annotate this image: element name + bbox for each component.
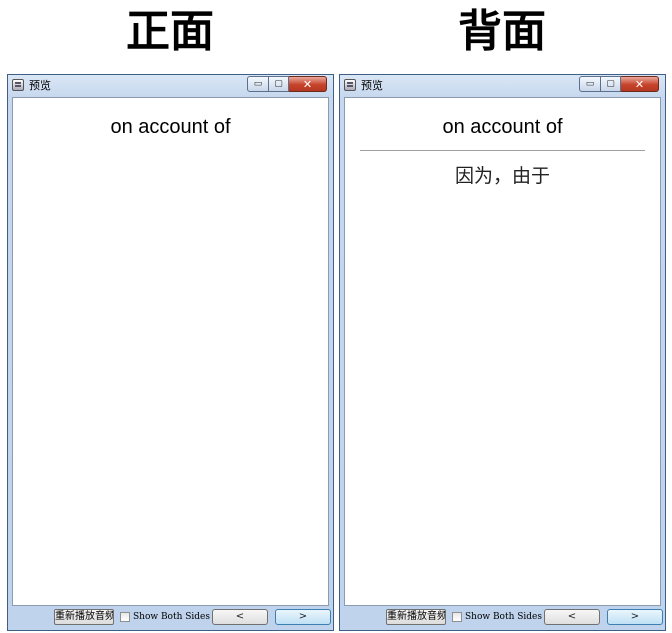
title-bar[interactable]: 预览 ▭ ▢ ✕ — [340, 75, 665, 97]
card-preview-area: on account of — [12, 97, 329, 606]
card-question: on account of — [110, 116, 231, 138]
minimize-button[interactable]: ▭ — [579, 76, 601, 92]
replay-audio-button[interactable]: 重新播放音频 — [386, 609, 446, 625]
show-both-sides-checkbox[interactable] — [120, 612, 130, 622]
front-heading: 正面 — [126, 6, 214, 57]
window-title: 预览 — [361, 79, 383, 92]
close-button[interactable]: ✕ — [621, 76, 659, 92]
show-both-sides-checkbox[interactable] — [452, 612, 462, 622]
previous-card-button[interactable]: < — [544, 609, 600, 625]
next-card-button[interactable]: > — [607, 609, 663, 625]
preview-footer: 重新播放音频 Show Both Sides < > — [12, 608, 331, 627]
previous-card-button[interactable]: < — [212, 609, 268, 625]
window-title: 预览 — [29, 79, 51, 92]
maximize-button[interactable]: ▢ — [601, 76, 621, 92]
close-button[interactable]: ✕ — [289, 76, 327, 92]
caption-buttons: ▭ ▢ ✕ — [579, 76, 659, 93]
preview-window-back: 预览 ▭ ▢ ✕ on account of 因为，由于 重新播放音频 Show… — [339, 74, 666, 631]
replay-audio-button[interactable]: 重新播放音频 — [54, 609, 114, 625]
maximize-button[interactable]: ▢ — [269, 76, 289, 92]
show-both-sides-label[interactable]: Show Both Sides — [133, 611, 210, 624]
show-both-sides-label[interactable]: Show Both Sides — [465, 611, 542, 624]
title-bar[interactable]: 预览 ▭ ▢ ✕ — [8, 75, 333, 97]
app-icon — [12, 79, 24, 91]
app-icon — [344, 79, 356, 91]
next-card-button[interactable]: > — [275, 609, 331, 625]
card-preview-area: on account of 因为，由于 — [344, 97, 661, 606]
question-answer-divider — [360, 150, 645, 151]
preview-footer: 重新播放音频 Show Both Sides < > — [344, 608, 663, 627]
minimize-button[interactable]: ▭ — [247, 76, 269, 92]
back-heading: 背面 — [458, 6, 546, 57]
card-answer: 因为，由于 — [454, 165, 550, 187]
card-question: on account of — [442, 116, 563, 138]
preview-window-front: 预览 ▭ ▢ ✕ on account of 重新播放音频 Show Both … — [7, 74, 334, 631]
caption-buttons: ▭ ▢ ✕ — [247, 76, 327, 93]
